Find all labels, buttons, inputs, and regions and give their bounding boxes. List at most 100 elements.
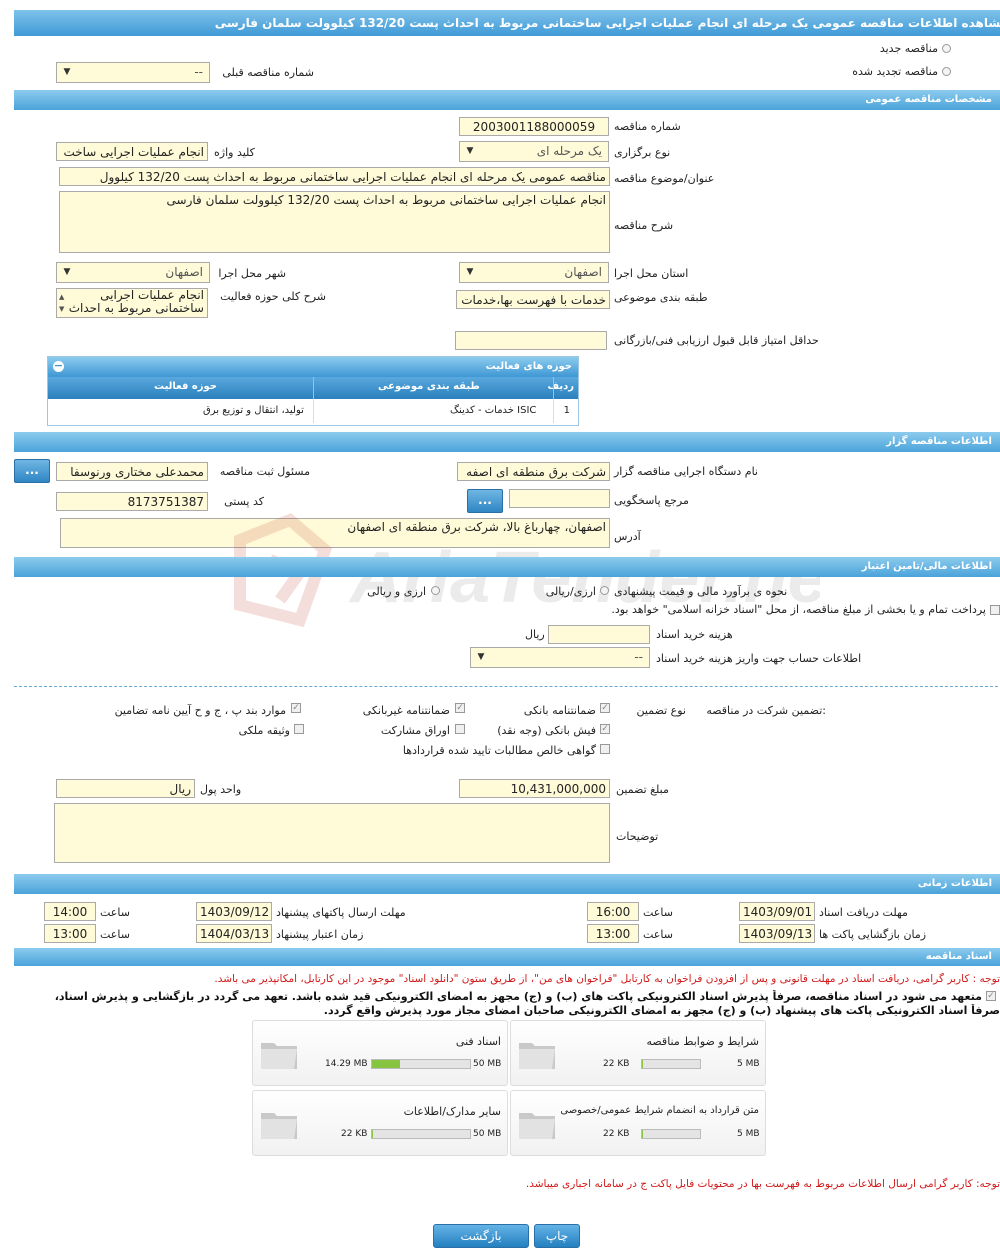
guarantee-option-bank: ضمانتنامه بانکی xyxy=(523,704,596,717)
province-label: استان محل اجرا xyxy=(614,267,689,280)
radio-rial-label: ارزی/ریالی xyxy=(545,585,596,598)
notes-label: توضیحات xyxy=(616,830,659,843)
radio-rial[interactable] xyxy=(600,586,609,595)
activity-table: حوزه های فعالیت − ردیف طبقه بندی موضوعی … xyxy=(47,356,579,426)
estimate-label: نحوه ی برآورد مالی و قیمت پیشنهادی xyxy=(614,585,788,598)
time-label: ساعت xyxy=(100,928,130,941)
file-name: شرایط و ضوابط مناقصه xyxy=(646,1035,760,1048)
commit-checkbox[interactable]: ✓ xyxy=(986,991,996,1001)
city-label: شهر محل اجرا xyxy=(218,267,286,280)
folder-icon xyxy=(261,1043,297,1069)
file-max: 5 MB xyxy=(737,1129,760,1139)
open-label: زمان بازگشایی پاکت ها xyxy=(819,928,927,941)
send-time-field[interactable]: 14:00 xyxy=(44,902,96,921)
scope-field[interactable]: انجام عملیات اجرایی ساختمانی مربوط به اح… xyxy=(56,288,208,318)
currency-field[interactable]: ریال xyxy=(56,779,195,798)
activity-table-header: ردیف طبقه بندی موضوعی حوزه فعالیت xyxy=(48,377,578,399)
file-progress-bar xyxy=(641,1059,701,1069)
prev-tender-value: -- xyxy=(194,65,203,79)
category-label: طبقه بندی موضوعی xyxy=(614,291,708,304)
file-size: 14.29 MB xyxy=(325,1059,368,1069)
guarantee-option-bonds: اوراق مشارکت xyxy=(380,724,450,737)
doc-cost-field[interactable] xyxy=(548,625,650,644)
collapse-icon[interactable]: − xyxy=(53,360,64,372)
account-label: اطلاعات حساب جهت واریز هزینه خرید اسناد xyxy=(656,652,862,665)
guarantee-checkbox-clauses[interactable]: ✓ xyxy=(291,703,301,713)
open-date-field[interactable]: 1403/09/13 xyxy=(739,924,815,943)
organization-field[interactable]: شرکت برق منطقه ای اصفه xyxy=(457,462,610,481)
print-button[interactable]: چاپ xyxy=(534,1224,580,1248)
row-field: تولید، انتقال و توزیع برق xyxy=(203,405,304,416)
city-select[interactable]: اصفهان ▼ xyxy=(56,262,210,283)
tender-type-label: نوع برگزاری xyxy=(614,146,671,159)
send-date-field[interactable]: 1403/09/12 xyxy=(196,902,272,921)
file-card-technical[interactable]: اسناد فنی 14.29 MB 50 MB xyxy=(252,1020,508,1086)
registrar-label: مسئول ثبت مناقصه xyxy=(219,465,310,478)
file-size: 22 KB xyxy=(341,1129,368,1139)
scope-label: شرح کلی حوزه فعالیت xyxy=(220,290,326,303)
guarantee-checkbox-receivables[interactable] xyxy=(600,744,610,754)
file-card-other[interactable]: سایر مدارک/اطلاعات 22 KB 50 MB xyxy=(252,1090,508,1156)
guarantee-checkbox-property[interactable] xyxy=(294,724,304,734)
validity-date-field[interactable]: 1404/03/13 xyxy=(196,924,272,943)
receive-label: مهلت دریافت اسناد xyxy=(819,906,908,919)
receive-date-field[interactable]: 1403/09/01 xyxy=(739,902,815,921)
file-progress-bar xyxy=(371,1059,471,1069)
doc-cost-label: هزینه خرید اسناد xyxy=(656,628,733,641)
back-button[interactable]: بازگشت xyxy=(433,1224,529,1248)
file-progress-bar xyxy=(371,1129,471,1139)
chevron-down-icon: ▼ xyxy=(466,146,474,156)
table-row: 1 خدمات - کدینگ ISIC تولید، انتقال و توز… xyxy=(48,399,578,423)
registrar-field[interactable]: محمدعلی مختاری ورنوسفا xyxy=(56,462,208,481)
download-notice: توجه : کاربر گرامی، دریافت اسناد در مهلت… xyxy=(214,973,1000,985)
radio-new-label: مناقصه جدید xyxy=(879,42,938,55)
section-timing: اطلاعات زمانی xyxy=(14,874,1000,894)
radio-fx-label: ارزی و ریالی xyxy=(367,585,426,598)
guarantee-checkbox-bank[interactable]: ✓ xyxy=(600,703,610,713)
account-select[interactable]: -- ▼ xyxy=(470,647,650,668)
guarantee-checkbox-cash[interactable]: ✓ xyxy=(600,724,610,734)
organization-label: نام دستگاه اجرایی مناقصه گزار xyxy=(614,465,758,478)
time-label: ساعت xyxy=(100,906,130,919)
province-select[interactable]: اصفهان ▼ xyxy=(459,262,609,283)
category-field[interactable]: خدمات با فهرست بها،خدمات xyxy=(456,290,610,309)
section-financial: اطلاعات مالی/تامین اعتبار xyxy=(14,557,1000,577)
description-field[interactable]: انجام عملیات اجرایی ساختمانی مربوط به اح… xyxy=(59,191,610,253)
file-card-terms[interactable]: شرایط و ضوابط مناقصه 22 KB 5 MB xyxy=(510,1020,766,1086)
scroll-arrows-icon[interactable]: ▲ ▼ xyxy=(59,291,64,315)
file-max: 50 MB xyxy=(473,1059,502,1069)
currency-label: واحد پول xyxy=(200,783,242,796)
guarantee-checkbox-bonds[interactable] xyxy=(455,724,465,734)
chevron-down-icon: ▼ xyxy=(466,267,474,277)
city-value: اصفهان xyxy=(165,265,203,279)
guarantee-amount-field[interactable]: 10,431,000,000 xyxy=(459,779,610,798)
treasury-checkbox[interactable] xyxy=(990,605,1000,615)
guarantee-type-label: نوع تضمین xyxy=(636,704,686,717)
guarantee-option-property: وثیقه ملکی xyxy=(238,724,290,737)
radio-new-tender[interactable] xyxy=(942,44,951,53)
postal-code-field[interactable]: 8173751387 xyxy=(56,492,208,511)
min-score-field[interactable] xyxy=(455,331,607,350)
notes-field[interactable] xyxy=(54,803,610,863)
tender-type-value: یک مرحله ای xyxy=(536,144,602,158)
radio-renewed-tender[interactable] xyxy=(942,67,951,76)
chevron-down-icon: ▼ xyxy=(63,67,71,77)
radio-fx[interactable] xyxy=(431,586,440,595)
reference-field[interactable] xyxy=(509,489,610,508)
subject-field[interactable]: مناقصه عمومی یک مرحله ای انجام عملیات اج… xyxy=(59,167,610,186)
file-progress-bar xyxy=(641,1129,701,1139)
prev-tender-select[interactable]: -- ▼ xyxy=(56,62,210,83)
registrar-lookup-button[interactable]: ... xyxy=(14,459,50,483)
file-card-contract[interactable]: متن قرارداد به انضمام شرایط عمومی/خصوصی … xyxy=(510,1090,766,1156)
guarantee-option-clauses: موارد بند پ ، ج و ح آیین نامه تضامین xyxy=(114,704,286,717)
keyword-field[interactable]: انجام عملیات اجرایی ساخت xyxy=(56,142,208,161)
open-time-field[interactable]: 13:00 xyxy=(587,924,639,943)
row-index: 1 xyxy=(563,405,570,416)
reference-label: مرجع پاسخگویی xyxy=(614,494,689,507)
tender-type-select[interactable]: یک مرحله ای ▼ xyxy=(459,141,609,162)
validity-time-field[interactable]: 13:00 xyxy=(44,924,96,943)
receive-time-field[interactable]: 16:00 xyxy=(587,902,639,921)
guarantee-checkbox-nonbank[interactable]: ✓ xyxy=(455,703,465,713)
guarantee-label: تضمین شرکت در مناقصه: xyxy=(706,704,826,717)
tender-number-field[interactable]: 2003001188000059 xyxy=(459,117,609,136)
